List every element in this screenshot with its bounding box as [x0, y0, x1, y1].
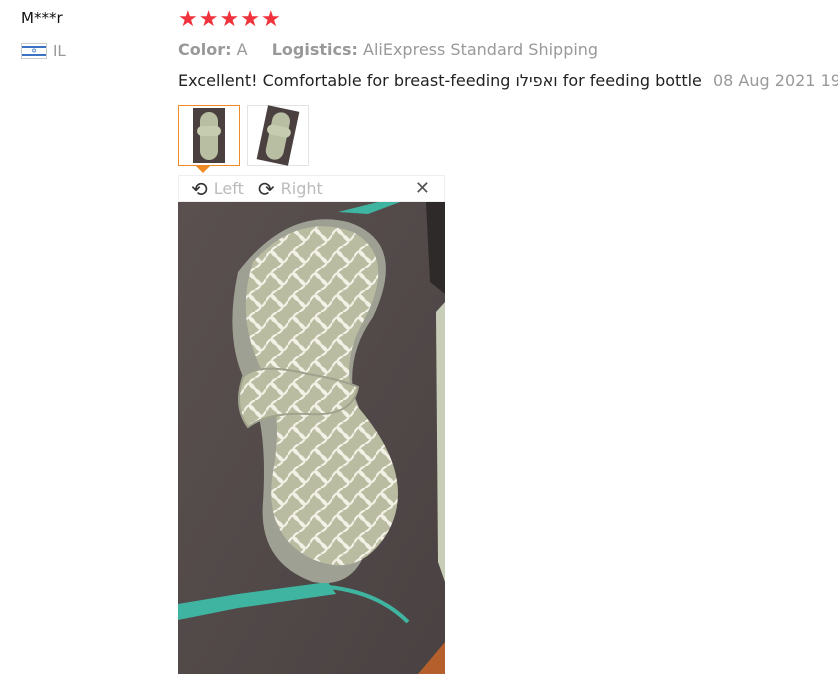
star-icon: ★ — [260, 7, 281, 32]
viewer-image — [178, 202, 445, 674]
israel-flag-icon: ✡ — [21, 43, 47, 59]
reviewer-name: M***r — [21, 9, 63, 27]
active-thumbnail-pointer — [196, 166, 210, 173]
thumbnail-2[interactable] — [247, 105, 309, 166]
review-meta: Color: A Logistics: AliExpress Standard … — [178, 40, 598, 59]
reviewer-country: ✡ IL — [21, 42, 66, 60]
image-viewer-toolbar: ⟲ Left ⟳ Right ✕ — [178, 175, 445, 202]
review-date: 08 Aug 2021 19:07 — [712, 71, 838, 90]
star-icon: ★ — [240, 7, 260, 32]
rotate-left-icon: ⟲ — [191, 176, 208, 201]
thumbnail-image — [193, 108, 225, 163]
close-icon[interactable]: ✕ — [415, 178, 430, 199]
review-thumbnails — [178, 105, 309, 166]
rotate-right-label: Right — [280, 179, 323, 198]
rotate-right-button[interactable]: ⟳ Right — [258, 179, 323, 199]
rotate-right-icon: ⟳ — [257, 176, 275, 201]
color-value: A — [236, 40, 248, 59]
review-content: Excellent! Comfortable for breast-feedin… — [178, 71, 838, 90]
logistics-label: Logistics: — [271, 40, 358, 59]
product-photo — [178, 202, 445, 674]
logistics-value: AliExpress Standard Shipping — [363, 40, 599, 59]
color-label: Color: — [178, 40, 232, 59]
star-icon: ★ — [178, 7, 198, 32]
country-code: IL — [53, 42, 66, 60]
rotate-left-label: Left — [213, 179, 244, 198]
star-icon: ★ — [219, 7, 240, 32]
rotate-left-button[interactable]: ⟲ Left — [191, 179, 244, 199]
star-icon: ★ — [198, 7, 219, 32]
thumbnail-1[interactable] — [178, 105, 240, 166]
review-text: Excellent! Comfortable for breast-feedin… — [178, 71, 702, 90]
thumbnail-image — [256, 105, 300, 166]
star-rating: ★ ★ ★ ★ ★ — [178, 8, 281, 32]
